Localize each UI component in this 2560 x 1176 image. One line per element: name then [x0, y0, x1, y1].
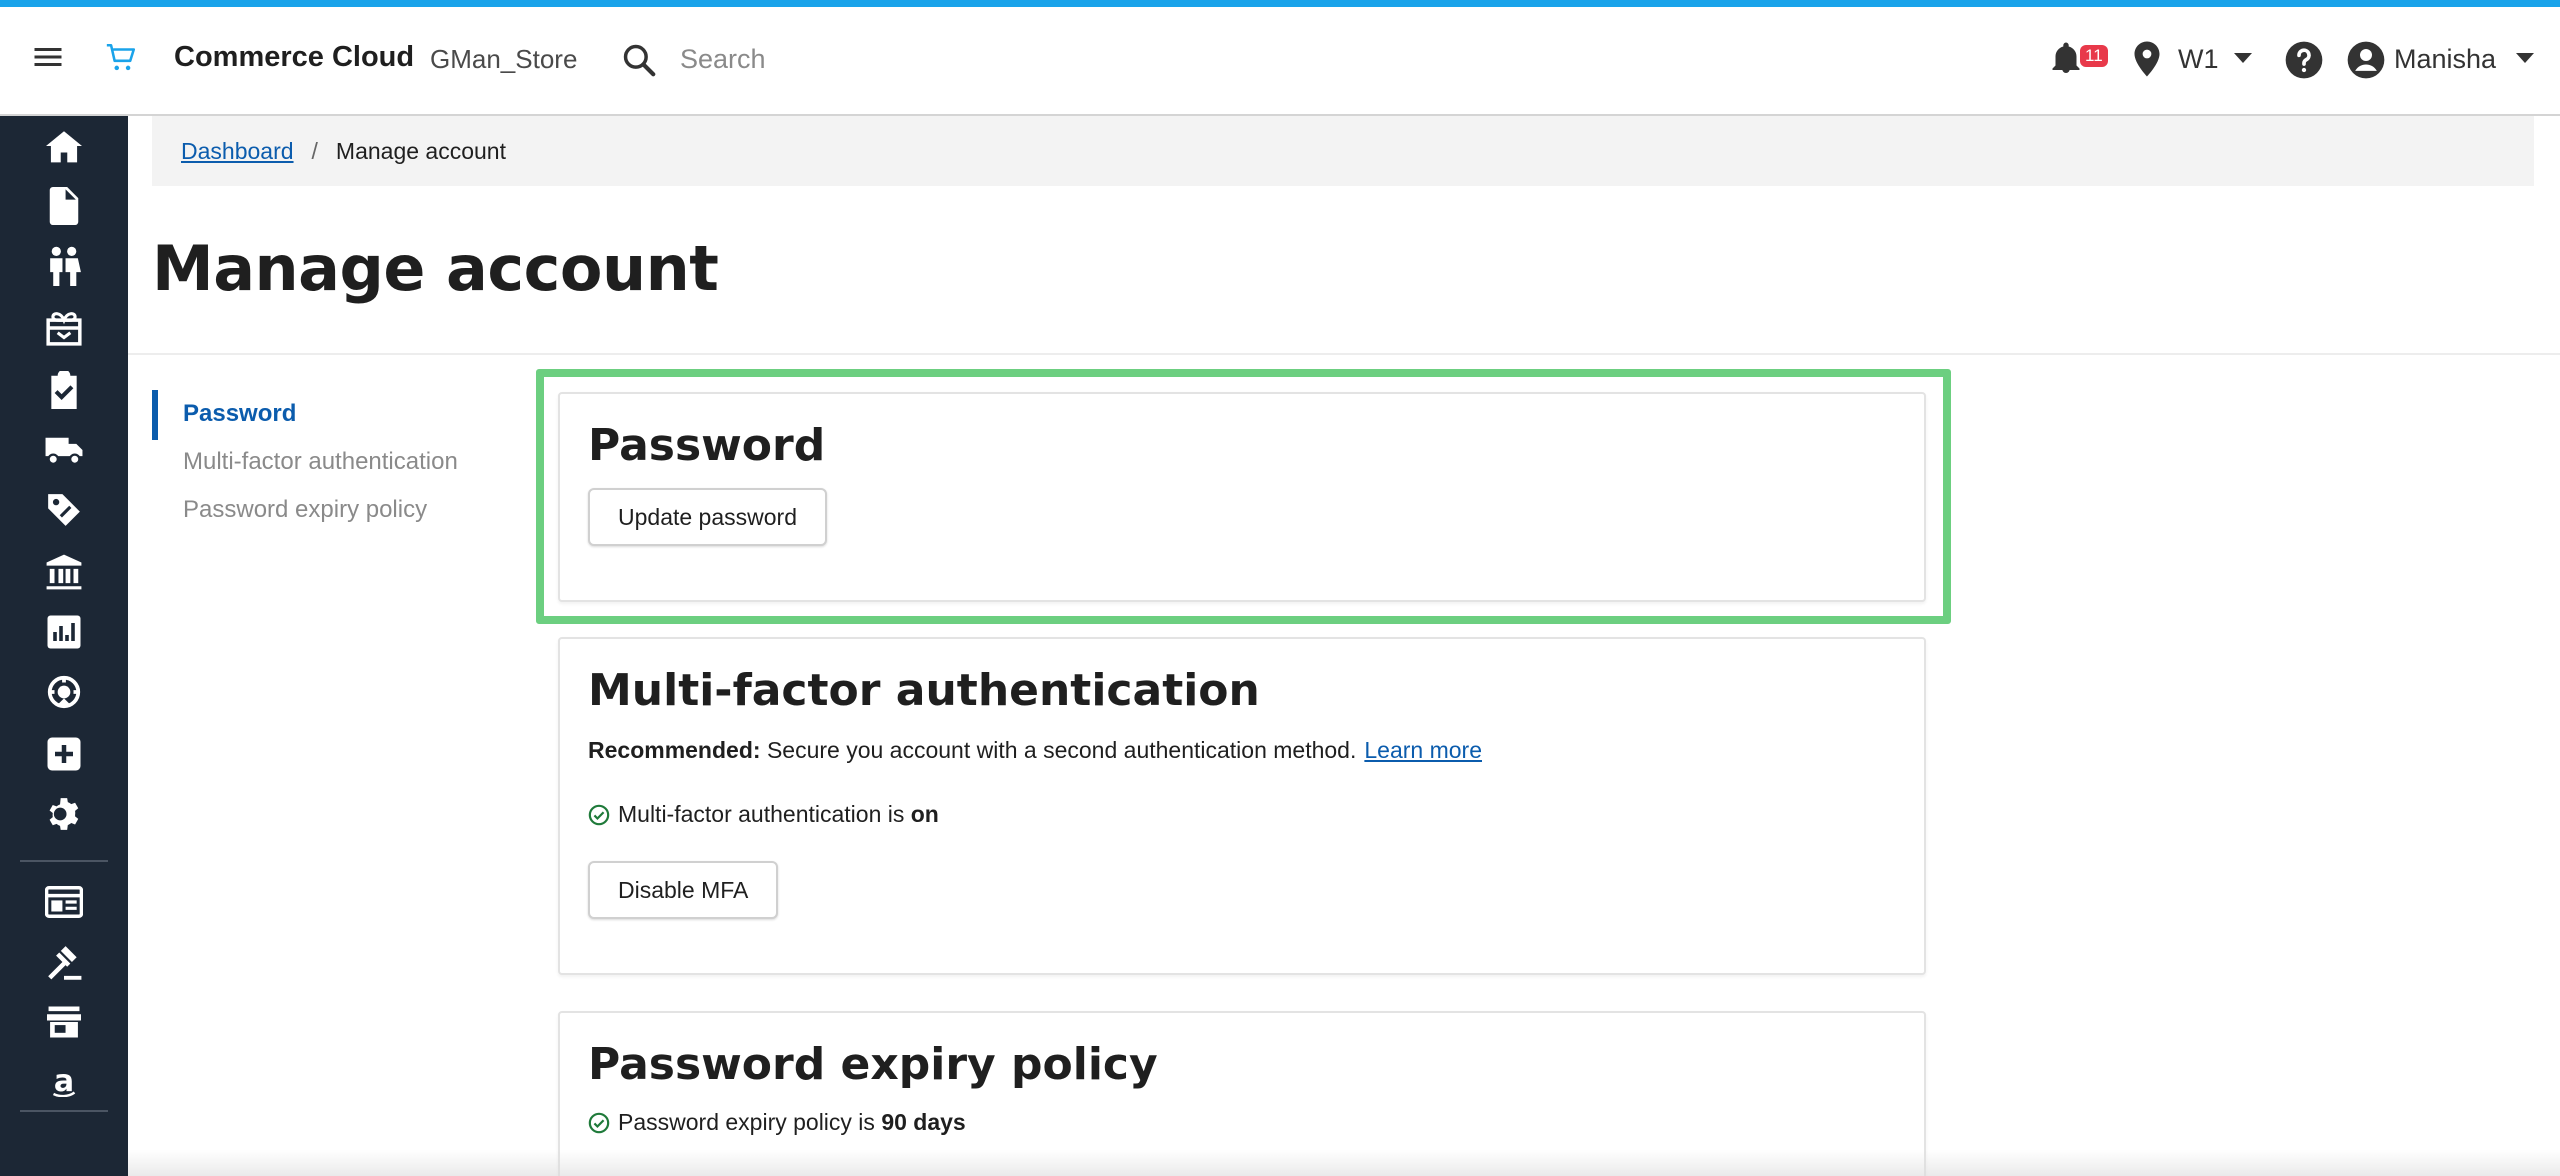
expiry-status-text: Password expiry policy is	[618, 1109, 875, 1135]
breadcrumb-current: Manage account	[335, 137, 506, 164]
tag-icon[interactable]	[40, 486, 88, 534]
store-name: GMan_Store	[430, 44, 578, 74]
clipboard-check-icon[interactable]	[40, 366, 88, 414]
plus-box-icon[interactable]	[40, 730, 88, 778]
leftnav-item-password[interactable]: Password	[183, 400, 296, 428]
brand-name[interactable]: Commerce Cloud	[174, 41, 414, 74]
learn-more-link[interactable]: Learn more	[1364, 737, 1482, 764]
mfa-status-text: Multi-factor authentication is	[618, 801, 905, 827]
mfa-status: Multi-factor authentication is on	[588, 801, 939, 828]
svg-text:a: a	[54, 1067, 74, 1097]
location-selector[interactable]: W1	[2178, 44, 2219, 75]
mfa-recommended-text: Secure you account with a second authent…	[766, 737, 1357, 763]
title-divider	[128, 353, 2560, 355]
expiry-status: Password expiry policy is 90 days	[588, 1109, 966, 1136]
customers-icon[interactable]	[40, 242, 88, 290]
leftnav-item-expiry-policy[interactable]: Password expiry policy	[183, 496, 427, 524]
breadcrumb-separator: /	[311, 137, 318, 164]
gift-icon[interactable]	[40, 304, 88, 352]
page-title: Manage account	[152, 232, 719, 305]
bottom-scroll-fade	[128, 1150, 2560, 1176]
mfa-card: Multi-factor authentication Recommended:…	[558, 637, 1926, 975]
sidebar-divider-bottom	[20, 1110, 108, 1112]
user-circle-icon[interactable]	[2346, 40, 2386, 80]
support-icon[interactable]	[40, 668, 88, 716]
mfa-status-value: on	[910, 801, 939, 827]
top-bar: Commerce Cloud GMan_Store Search 11 W1 M…	[0, 7, 2560, 116]
home-icon[interactable]	[40, 122, 88, 170]
bell-icon[interactable]	[2048, 39, 2084, 77]
breadcrumb-dashboard-link[interactable]: Dashboard	[181, 138, 294, 165]
breadcrumb: Dashboard / Manage account	[152, 116, 2534, 186]
check-circle-icon	[588, 1112, 610, 1134]
leftnav-item-mfa[interactable]: Multi-factor authentication	[183, 448, 458, 476]
main-sidebar: a	[0, 116, 128, 1176]
expiry-status-value: 90 days	[881, 1109, 966, 1135]
layout-icon[interactable]	[40, 878, 88, 926]
storefront-icon[interactable]	[40, 998, 88, 1046]
document-icon[interactable]	[40, 182, 88, 230]
check-circle-icon	[588, 804, 610, 826]
gear-icon[interactable]	[40, 790, 88, 838]
leftnav-active-indicator	[152, 390, 158, 440]
chart-icon[interactable]	[40, 608, 88, 656]
search-icon[interactable]	[620, 41, 658, 79]
caret-down-icon[interactable]	[2232, 51, 2254, 65]
search-input[interactable]: Search	[680, 44, 766, 75]
top-accent-stripe	[0, 0, 2560, 7]
amazon-icon[interactable]: a	[40, 1058, 88, 1106]
user-caret-down-icon[interactable]	[2514, 51, 2536, 65]
truck-icon[interactable]	[40, 426, 88, 474]
cart-icon[interactable]	[104, 41, 138, 75]
mfa-recommendation: Recommended: Secure you account with a s…	[588, 737, 1482, 764]
password-section-title: Password	[588, 420, 826, 471]
password-card: Password Update password	[558, 392, 1926, 602]
menu-icon[interactable]	[30, 39, 66, 75]
sidebar-divider	[20, 860, 108, 862]
bank-icon[interactable]	[40, 548, 88, 596]
disable-mfa-button[interactable]: Disable MFA	[588, 861, 779, 919]
user-menu[interactable]: Manisha	[2394, 44, 2496, 75]
notification-badge: 11	[2080, 45, 2108, 67]
mfa-section-title: Multi-factor authentication	[588, 665, 1260, 716]
help-icon[interactable]	[2284, 40, 2324, 80]
mfa-recommended-label: Recommended:	[588, 737, 761, 763]
location-pin-icon[interactable]	[2132, 40, 2162, 78]
gavel-icon[interactable]	[40, 938, 88, 986]
update-password-button[interactable]: Update password	[588, 488, 827, 546]
expiry-section-title: Password expiry policy	[588, 1039, 1158, 1090]
